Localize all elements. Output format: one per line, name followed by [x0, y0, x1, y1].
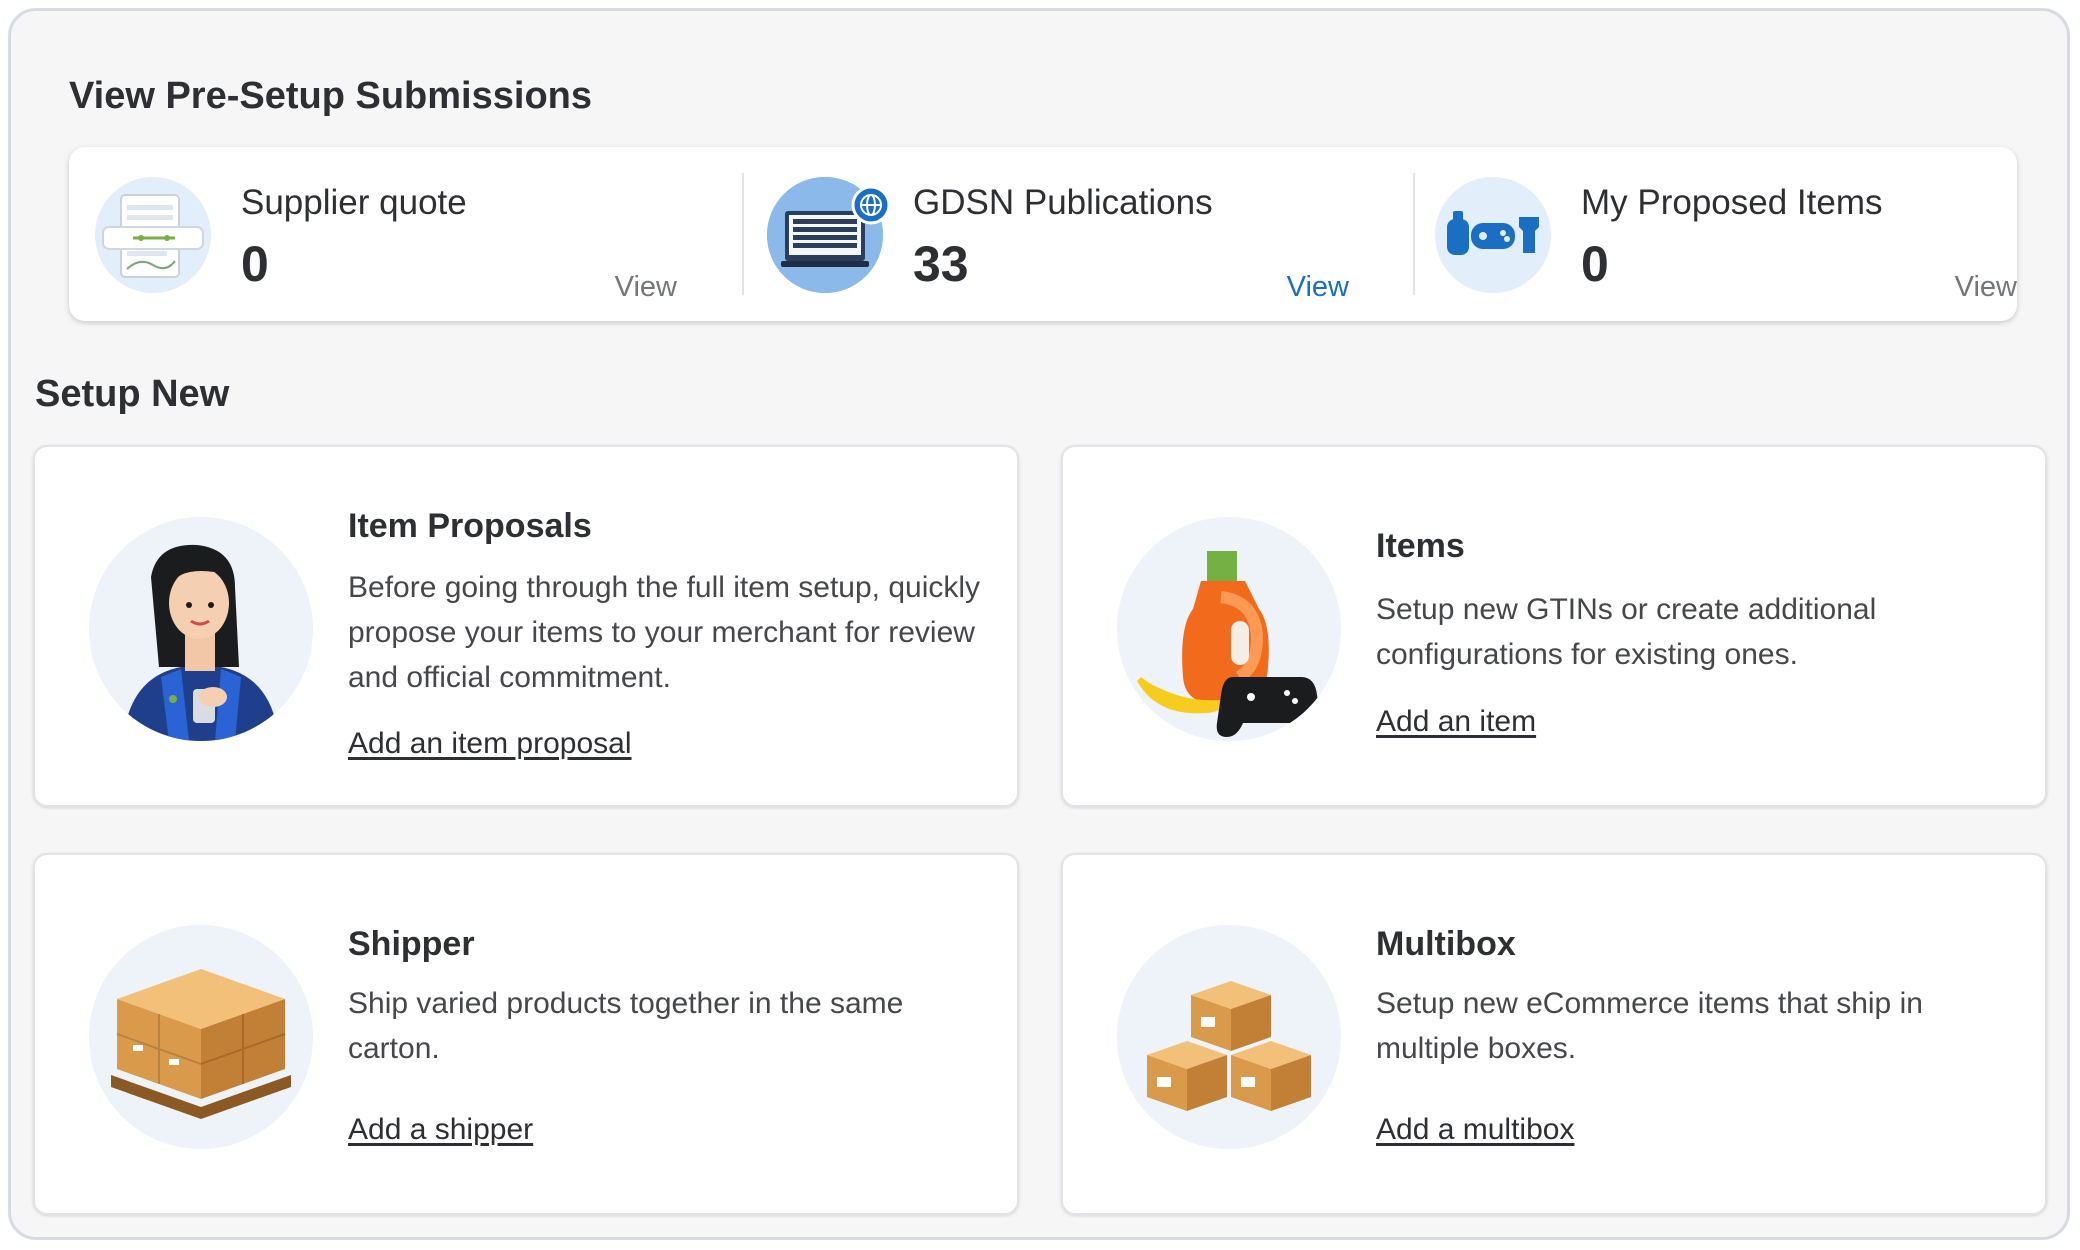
add-item-proposal-link[interactable]: Add an item proposal [348, 727, 632, 761]
proposed-items-icon [1435, 177, 1551, 293]
add-shipper-link[interactable]: Add a shipper [348, 1113, 533, 1147]
pallet-boxes-illustration [89, 925, 313, 1149]
pre-setup-panel: View Pre-Setup Submissions Supplier quot… [8, 8, 2070, 1240]
card-description: Ship varied products together in the sam… [348, 987, 904, 1065]
setup-new-title: Setup New [35, 373, 230, 415]
stat-value: 33 [913, 236, 969, 292]
view-supplier-quote-link[interactable]: View [615, 271, 677, 304]
card-items: Items Setup new GTINs or create addition… [1061, 445, 2047, 807]
pre-setup-title: View Pre-Setup Submissions [69, 75, 593, 117]
stat-label: Supplier quote [241, 183, 467, 222]
associate-with-phone-illustration [89, 517, 313, 741]
multiple-boxes-illustration [1117, 925, 1341, 1149]
stat-gdsn-publications: GDSN Publications 33 View [741, 147, 1409, 321]
detergent-banana-controller-illustration [1117, 517, 1341, 741]
card-title: Items [1376, 527, 1465, 565]
card-multibox: Multibox Setup new eCommerce items that … [1061, 853, 2047, 1215]
card-item-proposals: Item Proposals Before going through the … [33, 445, 1019, 807]
card-description: Setup new GTINs or create additional con… [1376, 593, 1877, 671]
stat-supplier-quote: Supplier quote 0 View [69, 147, 737, 321]
card-title: Item Proposals [348, 507, 592, 545]
card-shipper: Shipper Ship varied products together in… [33, 853, 1019, 1215]
stat-label: GDSN Publications [913, 183, 1213, 222]
card-title: Multibox [1376, 925, 1516, 963]
add-item-link[interactable]: Add an item [1376, 705, 1536, 739]
view-gdsn-publications-link[interactable]: View [1287, 271, 1349, 304]
submissions-summary: Supplier quote 0 View GDSN Publications … [69, 147, 2017, 321]
stat-value: 0 [241, 236, 269, 292]
stat-label: My Proposed Items [1581, 183, 1883, 222]
view-my-proposed-items-link[interactable]: View [1955, 271, 2017, 304]
card-description: Before going through the full item setup… [348, 571, 981, 694]
stat-value: 0 [1581, 236, 1609, 292]
card-title: Shipper [348, 925, 475, 963]
add-multibox-link[interactable]: Add a multibox [1376, 1113, 1574, 1147]
card-description: Setup new eCommerce items that ship in m… [1376, 987, 1923, 1065]
gdsn-publications-icon [767, 177, 891, 293]
supplier-quote-icon [95, 177, 211, 293]
stat-my-proposed-items: My Proposed Items 0 View [1409, 147, 2077, 321]
